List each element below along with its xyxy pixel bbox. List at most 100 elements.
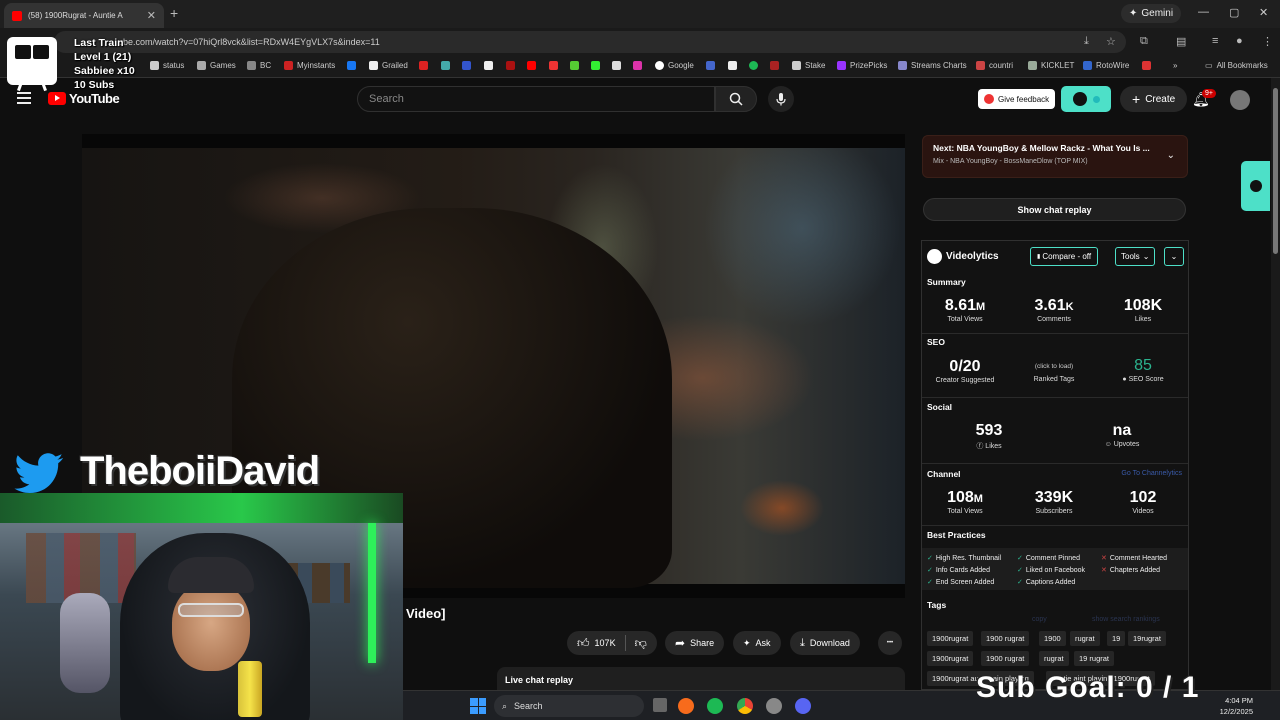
bookmark-grailed[interactable]: Grailed xyxy=(369,61,408,70)
bookmark-icon-6[interactable] xyxy=(549,61,558,70)
bookmark-icon-5[interactable] xyxy=(506,61,515,70)
scrollbar-thumb[interactable] xyxy=(1273,88,1278,254)
bookmark-google[interactable]: Google xyxy=(655,61,694,70)
click-to-load-text[interactable]: (click to load) xyxy=(1014,363,1094,370)
tools-dropdown[interactable]: Tools ⌄ xyxy=(1115,247,1156,266)
bookmark-instagram-icon[interactable] xyxy=(633,61,642,70)
windows-start-icon[interactable] xyxy=(470,698,486,714)
all-bookmarks[interactable]: ▭ All Bookmarks xyxy=(1205,61,1268,70)
videolytics-toggle-button[interactable] xyxy=(1061,86,1111,112)
bookmark-kick-icon[interactable] xyxy=(591,61,600,70)
gemini-button[interactable]: ✦ Gemini xyxy=(1121,4,1182,23)
bookmark-bc[interactable]: BC xyxy=(247,61,271,70)
tag-chip[interactable]: 1900rugrat xyxy=(927,651,974,666)
bookmark-prizepicks[interactable]: PrizePicks xyxy=(837,61,887,70)
bookmark-status[interactable]: status xyxy=(150,61,184,70)
bookmark-facebook-icon[interactable] xyxy=(347,61,356,70)
discord-icon[interactable] xyxy=(795,698,811,714)
tag-chip[interactable]: 1900 rugrat xyxy=(981,651,1030,666)
bookmark-x-icon[interactable] xyxy=(612,61,621,70)
task-view-icon[interactable] xyxy=(653,698,667,712)
stat-unit: M xyxy=(975,301,986,313)
more-bookmarks-icon[interactable]: » xyxy=(1173,61,1177,70)
bookmark-icon-9[interactable] xyxy=(1142,61,1151,70)
install-icon[interactable]: ⤓ xyxy=(1084,35,1089,48)
app-icon[interactable] xyxy=(766,698,782,714)
tag-chip[interactable]: 1900rugrat xyxy=(927,631,974,646)
bookmark-icon-1[interactable] xyxy=(419,61,428,70)
bookmark-icon-4[interactable] xyxy=(484,61,493,70)
new-tab-button[interactable]: + xyxy=(170,5,178,21)
spotify-icon[interactable] xyxy=(707,698,723,714)
bookmark-icon-3[interactable] xyxy=(462,61,471,70)
youtube-logo[interactable]: YouTube xyxy=(48,91,120,106)
close-tab-icon[interactable]: ✕ xyxy=(147,9,156,22)
close-window-icon[interactable]: ✕ xyxy=(1259,6,1268,19)
account-avatar[interactable] xyxy=(1230,90,1250,110)
download-button[interactable]: ⤓ Download xyxy=(790,631,860,655)
bookmark-rumble-icon[interactable] xyxy=(570,61,579,70)
stat-unit: M xyxy=(973,493,983,505)
bookmark-amazon-icon[interactable] xyxy=(728,61,737,70)
expand-dropdown-button[interactable]: ⌄ xyxy=(1164,247,1184,266)
give-feedback-button[interactable]: Give feedback xyxy=(978,89,1056,109)
bookmark-star-icon[interactable]: ☆ xyxy=(1106,35,1116,48)
compare-button[interactable]: ▮ Compare - off xyxy=(1030,247,1099,266)
videolytics-side-tab[interactable] xyxy=(1241,161,1270,211)
chevron-down-icon[interactable]: ⌄ xyxy=(1167,150,1175,161)
bookmark-games[interactable]: Games xyxy=(197,61,236,70)
media-icon[interactable]: ≡ xyxy=(1212,35,1218,47)
chrome-icon[interactable] xyxy=(737,698,753,714)
bookmark-spotify-icon[interactable] xyxy=(749,61,758,70)
up-next-card[interactable]: Next: NBA YoungBoy & Mellow Rackz - What… xyxy=(922,135,1188,178)
check-icon: ✓ xyxy=(927,579,933,586)
search-button[interactable] xyxy=(715,86,757,112)
extensions-icon[interactable]: ⧉ xyxy=(1140,35,1148,48)
bookmark-favicon-icon xyxy=(150,61,159,70)
minimize-icon[interactable]: — xyxy=(1198,6,1209,18)
stat-value: 339K xyxy=(1034,489,1074,506)
bookmark-icon-8[interactable] xyxy=(770,61,779,70)
go-to-channelytics-link[interactable]: Go To Channelytics xyxy=(1121,470,1182,477)
live-chat-replay-header[interactable]: Live chat replay xyxy=(497,667,905,691)
show-search-rankings-link[interactable]: show search rankings xyxy=(1092,616,1160,623)
more-actions-button[interactable]: ••• xyxy=(878,631,902,655)
voice-search-button[interactable] xyxy=(768,86,794,112)
stat-value: 108K xyxy=(1123,297,1163,314)
seo-ranked-tags[interactable]: (click to load) Ranked Tags xyxy=(1014,363,1094,383)
tag-chip[interactable]: rugrat xyxy=(1039,651,1069,666)
bookmark-youtube-icon[interactable] xyxy=(527,61,536,70)
share-button[interactable]: ➦ Share xyxy=(665,631,725,655)
copy-tags-link[interactable]: copy xyxy=(1032,616,1047,623)
profile-icon[interactable]: ● xyxy=(1236,35,1243,47)
browser-tab[interactable]: (58) 1900Rugrat - Auntie A ✕ xyxy=(4,3,164,28)
bookmark-icon-2[interactable] xyxy=(441,61,450,70)
tag-chip[interactable]: 19 rugrat xyxy=(1074,651,1115,666)
url-field[interactable]: ube.com/watch?v=07hiQrl8vck&list=RDxW4EY… xyxy=(54,31,1126,53)
tag-chip[interactable]: 19rugrat xyxy=(1128,631,1166,646)
ask-button[interactable]: ✦ Ask xyxy=(733,631,781,655)
tag-chip[interactable]: rugrat xyxy=(1070,631,1100,646)
taskbar-search[interactable]: ⌕ Search xyxy=(494,695,644,717)
bookmark-rotowire[interactable]: RotoWire xyxy=(1083,61,1129,70)
sidebar-icon[interactable]: ▤ xyxy=(1176,35,1186,48)
tag-chip[interactable]: 1900 rugrat xyxy=(981,631,1030,646)
taskbar-clock[interactable]: 4:04 PM 12/2/2025 xyxy=(1213,695,1253,717)
bookmark-myinstants[interactable]: Myinstants xyxy=(284,61,335,70)
create-button[interactable]: + Create xyxy=(1120,86,1188,112)
bookmark-countri[interactable]: countri xyxy=(976,61,1013,70)
firefox-icon[interactable] xyxy=(678,698,694,714)
show-chat-replay-button[interactable]: Show chat replay xyxy=(923,198,1186,221)
tag-chip[interactable]: 19 xyxy=(1107,631,1126,646)
thumbs-down-icon[interactable]: 👎︎ xyxy=(635,636,647,651)
menu-icon[interactable]: ⋮ xyxy=(1262,35,1273,48)
tag-chip[interactable]: 1900 xyxy=(1039,631,1066,646)
hamburger-menu-icon[interactable] xyxy=(17,92,31,104)
search-input[interactable]: Search xyxy=(357,86,715,112)
like-button[interactable]: 👍︎ 107K 👎︎ xyxy=(567,631,657,655)
bookmark-streams-charts[interactable]: Streams Charts xyxy=(898,61,967,70)
bookmark-stake[interactable]: Stake xyxy=(792,61,825,70)
bookmark-kicklet[interactable]: KICKLET xyxy=(1028,61,1074,70)
maximize-icon[interactable]: ▢ xyxy=(1229,6,1239,19)
bookmark-icon-7[interactable] xyxy=(706,61,715,70)
